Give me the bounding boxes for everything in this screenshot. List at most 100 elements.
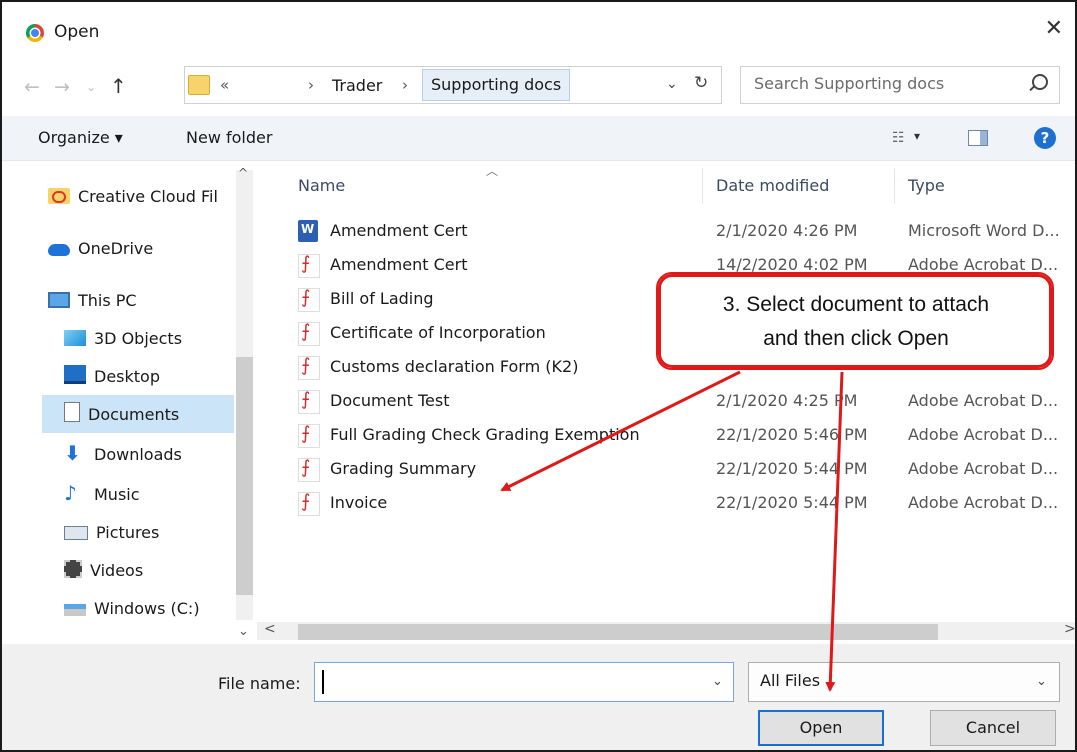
cube-icon xyxy=(64,330,86,346)
text-caret xyxy=(322,670,324,694)
scroll-down-icon[interactable]: ⌄ xyxy=(238,624,249,639)
file-type-dropdown-icon[interactable]: ⌄ xyxy=(1036,674,1047,689)
scroll-left-icon[interactable]: < xyxy=(264,621,276,637)
file-type: Adobe Acrobat D... xyxy=(908,493,1059,512)
forward-icon[interactable]: → xyxy=(54,76,70,98)
file-type: Adobe Acrobat D... xyxy=(908,391,1059,410)
file-row[interactable]: Amendment Cert 2/1/2020 4:26 PM Microsof… xyxy=(282,216,1062,250)
file-date: 2/1/2020 4:26 PM xyxy=(716,221,858,240)
sidebar-item-pictures[interactable]: Pictures xyxy=(64,516,159,550)
sidebar-item-label: Pictures xyxy=(96,523,160,542)
file-type: Microsoft Word D... xyxy=(908,221,1060,240)
search-icon[interactable] xyxy=(1032,74,1048,90)
view-options-icon[interactable]: ☷ xyxy=(892,130,905,146)
desktop-icon xyxy=(64,365,86,384)
sort-ascending-icon: ︿ xyxy=(486,164,499,178)
callout-line-1: 3. Select document to attach xyxy=(722,293,990,316)
pdf-icon xyxy=(298,389,320,414)
sidebar-item-label: Windows (C:) xyxy=(94,599,200,618)
file-row[interactable]: Invoice 22/1/2020 5:44 PM Adobe Acrobat … xyxy=(282,488,1062,522)
help-icon[interactable]: ? xyxy=(1034,127,1056,149)
pdf-icon xyxy=(298,491,320,516)
sidebar-item-label: Creative Cloud Fil xyxy=(78,187,218,206)
file-type: Adobe Acrobat D... xyxy=(908,459,1059,478)
file-row[interactable]: Document Test 2/1/2020 4:25 PM Adobe Acr… xyxy=(282,386,1062,420)
sidebar-item-label: 3D Objects xyxy=(94,329,183,348)
column-divider[interactable] xyxy=(894,168,895,204)
sidebar-item-music[interactable]: ♪ Music xyxy=(64,476,140,510)
refresh-icon[interactable]: ↻ xyxy=(694,73,708,93)
preview-pane-icon[interactable] xyxy=(968,130,988,146)
breadcrumb-supporting-docs[interactable]: Supporting docs xyxy=(422,69,571,101)
file-name-label: File name: xyxy=(218,674,301,693)
sidebar-item-videos[interactable]: Videos xyxy=(64,554,143,588)
close-button[interactable]: ✕ xyxy=(1045,16,1063,41)
view-dropdown-icon[interactable]: ▾ xyxy=(914,129,920,143)
nav-scrollbar-thumb[interactable] xyxy=(236,357,253,595)
file-date: 22/1/2020 5:46 PM xyxy=(716,425,868,444)
file-name: Bill of Lading xyxy=(330,289,434,308)
file-date: 22/1/2020 5:44 PM xyxy=(716,493,868,512)
cancel-button[interactable]: Cancel xyxy=(930,710,1056,746)
search-input[interactable]: Search Supporting docs xyxy=(754,74,944,93)
callout-text: 3. Select document to attach and then cl… xyxy=(668,288,1044,356)
file-date: 2/1/2020 4:25 PM xyxy=(716,391,858,410)
word-document-icon xyxy=(298,220,318,242)
folder-icon xyxy=(188,75,210,95)
file-name-input[interactable] xyxy=(314,662,734,702)
pdf-icon xyxy=(298,423,320,448)
file-name: Customs declaration Form (K2) xyxy=(330,357,579,376)
breadcrumb-separator[interactable]: › xyxy=(308,76,314,94)
column-divider[interactable] xyxy=(702,168,703,204)
horizontal-scrollbar-thumb[interactable] xyxy=(298,624,938,640)
open-dialog: Open ✕ ← → ⌄ ↑ « › Trader › Supporting d… xyxy=(0,0,1077,752)
recent-locations-icon[interactable]: ⌄ xyxy=(86,80,96,94)
sidebar-item-label: Music xyxy=(94,485,140,504)
title-bar: Open ✕ xyxy=(2,2,1075,58)
overflow-crumb[interactable]: « xyxy=(220,76,229,94)
sidebar-item-windows-c[interactable]: Windows (C:) xyxy=(64,592,200,626)
breadcrumb-separator[interactable]: › xyxy=(402,76,408,94)
cloud-icon xyxy=(48,244,70,256)
address-dropdown-icon[interactable]: ⌄ xyxy=(666,76,678,92)
music-note-icon: ♪ xyxy=(64,481,77,505)
file-date: 22/1/2020 5:44 PM xyxy=(716,459,868,478)
up-icon[interactable]: ↑ xyxy=(110,74,127,98)
breadcrumb-trader[interactable]: Trader xyxy=(332,76,382,95)
sidebar-item-this-pc[interactable]: This PC xyxy=(48,284,137,318)
sidebar-item-creative-cloud[interactable]: Creative Cloud Fil xyxy=(48,180,218,214)
sidebar-item-desktop[interactable]: Desktop xyxy=(64,360,160,394)
file-name-dropdown-icon[interactable]: ⌄ xyxy=(712,674,723,689)
open-button[interactable]: Open xyxy=(758,710,884,746)
download-arrow-icon: ⬇ xyxy=(64,441,81,465)
scroll-right-icon[interactable]: > xyxy=(1064,621,1075,637)
file-name: Amendment Cert xyxy=(330,255,468,274)
pdf-icon xyxy=(298,253,320,278)
file-name: Certificate of Incorporation xyxy=(330,323,546,342)
file-type-value: All Files xyxy=(760,671,821,690)
document-icon xyxy=(64,402,80,422)
pdf-icon xyxy=(298,287,320,312)
sidebar-item-documents[interactable]: Documents xyxy=(64,398,179,432)
file-row[interactable]: Full Grading Check Grading Exemption 22/… xyxy=(282,420,1062,454)
sidebar-item-downloads[interactable]: ⬇ Downloads xyxy=(64,436,182,470)
file-name: Grading Summary xyxy=(330,459,477,478)
column-header-name[interactable]: Name xyxy=(298,176,345,195)
dialog-title: Open xyxy=(54,22,100,42)
computer-icon xyxy=(48,292,70,308)
column-header-type[interactable]: Type xyxy=(908,176,945,195)
organize-button[interactable]: Organize ▾ xyxy=(38,128,123,147)
pdf-icon xyxy=(298,355,320,380)
new-folder-button[interactable]: New folder xyxy=(186,128,272,147)
pdf-icon xyxy=(298,457,320,482)
sidebar-item-label: Documents xyxy=(88,405,180,424)
sidebar-item-onedrive[interactable]: OneDrive xyxy=(48,232,153,266)
sidebar-item-3d-objects[interactable]: 3D Objects xyxy=(64,322,182,356)
drive-icon xyxy=(64,604,86,616)
back-icon[interactable]: ← xyxy=(24,76,40,98)
file-row[interactable]: Grading Summary 22/1/2020 5:44 PM Adobe … xyxy=(282,454,1062,488)
scroll-up-icon[interactable]: ^ xyxy=(238,166,248,180)
column-header-date[interactable]: Date modified xyxy=(716,176,829,195)
sidebar-item-label: This PC xyxy=(78,291,137,310)
file-name: Full Grading Check Grading Exemption xyxy=(330,425,640,444)
